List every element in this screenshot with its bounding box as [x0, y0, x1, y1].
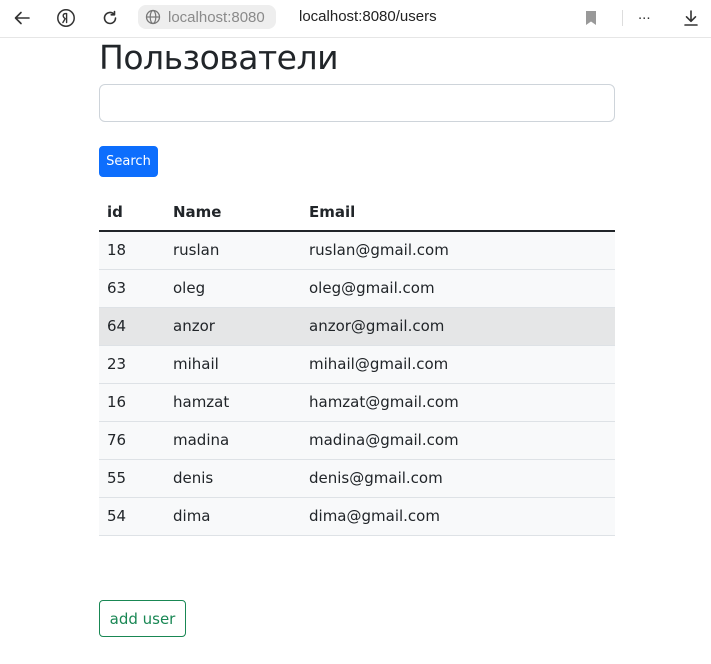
cell-name: hamzat	[165, 383, 301, 422]
yandex-icon[interactable]	[52, 5, 80, 31]
header-id: id	[99, 194, 165, 232]
cell-id: 18	[99, 231, 165, 270]
cell-id: 23	[99, 345, 165, 384]
back-arrow-icon[interactable]	[8, 5, 36, 31]
table-row: 55 denis denis@gmail.com	[99, 459, 615, 498]
header-email: Email	[301, 194, 615, 232]
table-row: 16 hamzat hamzat@gmail.com	[99, 383, 615, 422]
users-table: id Name Email 18 ruslan ruslan@gmail.com…	[99, 194, 615, 536]
toolbar-separator	[622, 10, 623, 26]
search-button[interactable]: Search	[99, 146, 158, 177]
download-icon[interactable]	[677, 5, 705, 31]
table-row: 76 madina madina@gmail.com	[99, 421, 615, 460]
cell-name: mihail	[165, 345, 301, 384]
cell-email: madina@gmail.com	[301, 421, 615, 460]
cell-name: dima	[165, 497, 301, 536]
search-input[interactable]	[99, 84, 615, 122]
cell-email: mihail@gmail.com	[301, 345, 615, 384]
cell-email: hamzat@gmail.com	[301, 383, 615, 422]
cell-name: denis	[165, 459, 301, 498]
cell-name: madina	[165, 421, 301, 460]
cell-id: 16	[99, 383, 165, 422]
cell-email: denis@gmail.com	[301, 459, 615, 498]
reload-icon[interactable]	[96, 5, 124, 31]
table-row: 63 oleg oleg@gmail.com	[99, 269, 615, 308]
cell-name: anzor	[165, 307, 301, 346]
cell-email: ruslan@gmail.com	[301, 231, 615, 270]
address-bar[interactable]: localhost:8080/users	[299, 8, 437, 25]
url-host: localhost:8080	[168, 8, 265, 26]
page-title: Пользователи	[99, 38, 339, 77]
header-name: Name	[165, 194, 301, 232]
cell-email: oleg@gmail.com	[301, 269, 615, 308]
browser-toolbar: localhost:8080 localhost:8080/users ...	[0, 0, 711, 38]
bookmark-icon[interactable]	[577, 5, 605, 31]
cell-id: 54	[99, 497, 165, 536]
cell-email: anzor@gmail.com	[301, 307, 615, 346]
cell-name: oleg	[165, 269, 301, 308]
table-row: 18 ruslan ruslan@gmail.com	[99, 231, 615, 270]
cell-id: 55	[99, 459, 165, 498]
more-menu-button[interactable]: ...	[638, 6, 651, 23]
table-row: 54 dima dima@gmail.com	[99, 497, 615, 536]
cell-id: 63	[99, 269, 165, 308]
table-row: 64 anzor anzor@gmail.com	[99, 307, 615, 346]
cell-id: 76	[99, 421, 165, 460]
site-info-chip[interactable]: localhost:8080	[138, 5, 276, 29]
cell-email: dima@gmail.com	[301, 497, 615, 536]
globe-icon	[144, 8, 162, 26]
add-user-button[interactable]: add user	[99, 600, 186, 637]
table-header-row: id Name Email	[99, 194, 615, 232]
cell-id: 64	[99, 307, 165, 346]
table-row: 23 mihail mihail@gmail.com	[99, 345, 615, 384]
cell-name: ruslan	[165, 231, 301, 270]
